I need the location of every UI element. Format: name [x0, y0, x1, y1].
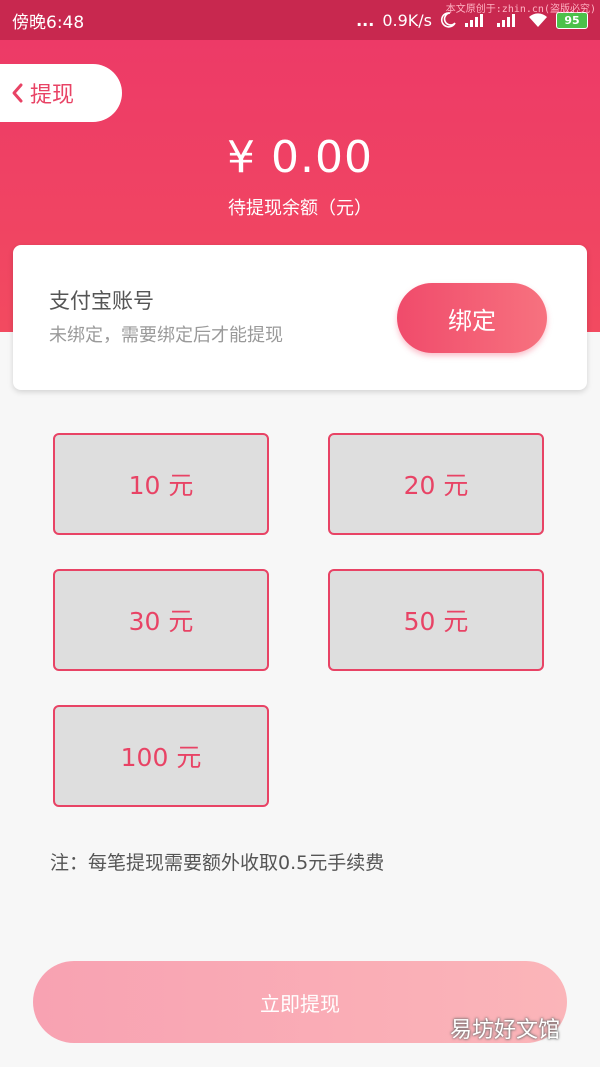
alipay-account-card: 支付宝账号 未绑定，需要绑定后才能提现 绑定	[13, 245, 587, 390]
amount-option-100[interactable]: 100 元	[53, 705, 269, 807]
amount-option-20[interactable]: 20 元	[328, 433, 544, 535]
status-time: 傍晚6:48	[12, 12, 85, 33]
watermark-bottom: 易坊好文馆	[450, 1018, 561, 1043]
back-button[interactable]: 提现	[0, 64, 122, 122]
account-status: 未绑定，需要绑定后才能提现	[49, 325, 283, 346]
fee-note: 注：每笔提现需要额外收取0.5元手续费	[50, 852, 385, 874]
signal-icon	[464, 13, 488, 27]
status-dots: ...	[356, 10, 375, 30]
watermark-top: 本文原创于:zhin.cn(盗版必究)	[445, 4, 596, 15]
balance-amount: ¥ 0.00	[227, 132, 373, 183]
bind-button[interactable]: 绑定	[397, 283, 547, 353]
balance-label: 待提现余额（元）	[228, 198, 372, 219]
amount-option-50[interactable]: 50 元	[328, 569, 544, 671]
amount-option-10[interactable]: 10 元	[53, 433, 269, 535]
amount-option-30[interactable]: 30 元	[53, 569, 269, 671]
back-label: 提现	[30, 83, 75, 108]
account-title: 支付宝账号	[49, 289, 154, 313]
network-speed: 0.9K/s	[382, 10, 432, 30]
signal-icon	[496, 13, 520, 27]
chevron-left-icon	[12, 83, 23, 103]
